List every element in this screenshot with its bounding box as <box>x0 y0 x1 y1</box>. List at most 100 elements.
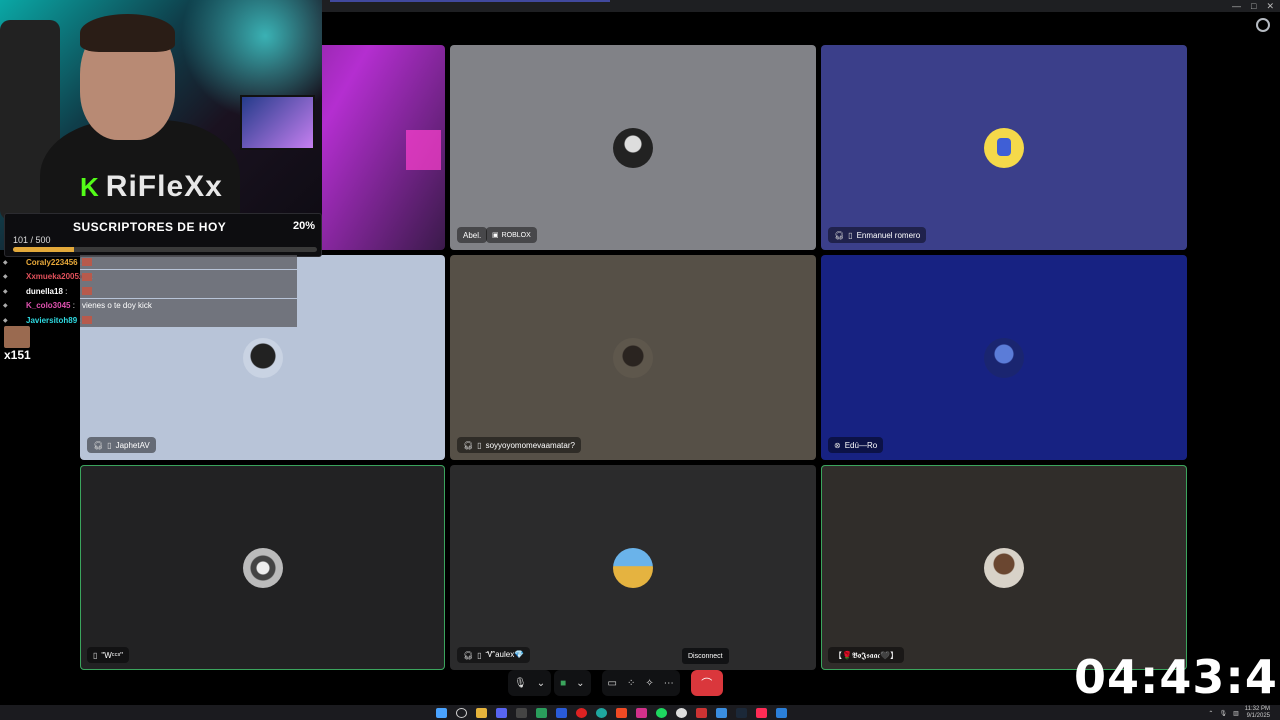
network-icon[interactable]: ▥ <box>1233 710 1239 717</box>
activity-icon[interactable] <box>1256 18 1270 32</box>
chat-message: ◆ K_colo3045 : vienes o te doy kick <box>0 298 300 314</box>
disconnect-button[interactable]: ⌒ <box>690 670 723 696</box>
avatar <box>613 337 653 378</box>
system-tray: ⌃ 🎙︎ ▥ 11:32 PM 9/1/2025 <box>1208 706 1270 720</box>
gift-alert: x151 <box>4 326 31 362</box>
app-icon[interactable] <box>696 708 707 718</box>
screen: — □ ✕ Abel. ▣ ROBLOX 🎧︎ ▯ Enmanuel romer… <box>0 0 1280 720</box>
tiktok-icon[interactable] <box>756 708 767 718</box>
app-icon[interactable] <box>556 708 567 718</box>
mic-tray-icon[interactable]: 🎙︎ <box>1219 710 1227 717</box>
chat-message: ◆Coraly223456 : <box>0 255 300 270</box>
badge-icon: ◆ <box>3 303 8 310</box>
deafened-icon: 🎧︎ <box>834 230 845 240</box>
app-icon[interactable] <box>536 708 547 718</box>
taskbar: ⌃ 🎙︎ ▥ 11:32 PM 9/1/2025 <box>0 705 1280 720</box>
stream-preview-lamp <box>406 130 441 170</box>
mobile-icon: ▯ <box>477 440 482 450</box>
participant-name: 【🌹𝕭𝖔𝕵𝖘𝖆𝖆𝖈🖤】 <box>834 650 899 660</box>
microphone-icon[interactable]: 🎙︎ <box>514 678 527 689</box>
emote-icon <box>82 258 92 266</box>
participant-label: 🎧︎ ▯ Enmanuel romero <box>828 227 927 243</box>
participant-name: soyyoyomomevaamatar? <box>485 440 575 450</box>
more-options-icon[interactable]: ⋯ <box>664 678 674 689</box>
stream-timer: 04:43:45 <box>1074 650 1280 704</box>
close-button[interactable]: ✕ <box>1266 0 1274 12</box>
disconnect-tooltip: Disconnect <box>682 648 729 664</box>
participant-tile[interactable]: ▯ "Wᶜᶜˢ" <box>80 465 445 670</box>
minimize-button[interactable]: — <box>1232 0 1241 12</box>
participant-tile[interactable]: ⊗ Edú—Ro <box>821 255 1187 460</box>
windows-start-icon[interactable] <box>436 708 447 718</box>
search-icon[interactable] <box>456 708 467 718</box>
participant-name: Abel. <box>463 230 482 240</box>
mobile-icon: ▯ <box>93 650 98 660</box>
app-icon[interactable] <box>636 708 647 718</box>
chat-username: K_colo3045 <box>26 301 71 311</box>
emote-icon <box>82 287 92 295</box>
chevron-down-icon[interactable]: ⌄ <box>576 678 584 689</box>
chat-badges: ◆ <box>0 317 26 324</box>
xbox-icon: ⊗ <box>834 440 841 450</box>
participant-tile[interactable]: 🎧︎ ▯ soyyoyomomevaamatar? <box>450 255 816 460</box>
avatar <box>984 547 1024 588</box>
activity-label: ROBLOX <box>501 231 531 239</box>
participant-label: 🎧︎ ▯ soyyoyomomevaamatar? <box>457 437 581 453</box>
steam-icon[interactable] <box>736 708 747 718</box>
chat-message-box: vienes o te doy kick <box>80 298 297 313</box>
soundboard-icon[interactable]: ✧ <box>645 678 653 689</box>
emote-icon <box>82 316 92 324</box>
participant-label: ⊗ Edú—Ro <box>828 437 884 453</box>
app-icon[interactable] <box>776 708 787 718</box>
avatar <box>984 337 1024 378</box>
participant-label: ▯ "Wᶜᶜˢ" <box>87 647 130 663</box>
chat-message-box <box>80 255 297 269</box>
app-icon[interactable] <box>676 708 687 718</box>
chat-username: dunella18 <box>26 286 63 296</box>
activity-badge: ▣ ROBLOX <box>486 227 537 243</box>
gifter-avatar <box>4 326 30 348</box>
app-icon[interactable] <box>516 708 527 718</box>
mobile-icon: ▯ <box>107 440 112 450</box>
goal-progress-bar <box>13 247 317 252</box>
clock[interactable]: 11:32 PM 9/1/2025 <box>1245 706 1270 720</box>
participant-tile[interactable]: 🎧︎ ▯ Ꮙaulex💎 <box>450 465 816 670</box>
chat-message-box <box>80 284 297 298</box>
chat-message: ◆Xxmueka2005xX : <box>0 269 300 285</box>
discord-icon[interactable] <box>496 708 507 718</box>
participant-label: 【🌹𝕭𝖔𝕵𝖘𝖆𝖆𝖈🖤】 <box>828 647 905 663</box>
chevron-up-icon[interactable]: ⌃ <box>1208 710 1213 717</box>
emote-icon <box>82 272 92 281</box>
brave-icon[interactable] <box>616 708 627 718</box>
maximize-button[interactable]: □ <box>1251 0 1256 12</box>
activity-controls: ▭ ⁘ ✧ ⋯ <box>601 670 680 696</box>
edge-icon[interactable] <box>596 708 607 718</box>
spotify-icon[interactable] <box>656 708 667 718</box>
title-accent <box>330 0 610 2</box>
chat-username: Javiersitoh89 <box>26 315 78 325</box>
monitor <box>240 95 315 150</box>
participant-tile[interactable]: 【🌹𝕭𝖔𝕵𝖘𝖆𝖆𝖈🖤】 <box>821 465 1187 670</box>
mobile-icon: ▯ <box>848 230 853 240</box>
roblox-icon: ▣ <box>492 232 499 239</box>
participant-tile[interactable]: Abel. ▣ ROBLOX <box>450 45 816 250</box>
participant-name: Edú—Ro <box>844 440 878 450</box>
screen-share-icon[interactable]: ▭ <box>608 678 617 689</box>
chevron-down-icon[interactable]: ⌄ <box>537 678 545 689</box>
app-icon[interactable] <box>716 708 727 718</box>
file-explorer-icon[interactable] <box>476 708 487 718</box>
opera-icon[interactable] <box>576 708 587 718</box>
camera-control[interactable]: ■ ⌄ <box>554 670 591 696</box>
badge-icon: ◆ <box>3 259 8 266</box>
participant-name: JaphetAV <box>115 440 150 450</box>
chat-message-box <box>80 313 297 327</box>
mic-control[interactable]: 🎙︎ ⌄ <box>508 670 552 696</box>
camera-icon[interactable]: ■ <box>560 678 566 689</box>
chat-message: ◆ dunella18 : <box>0 284 300 299</box>
activities-icon[interactable]: ⁘ <box>627 678 635 689</box>
subscriber-goal: SUSCRIPTORES DE HOY 20% 101 / 500 <box>4 213 322 257</box>
participant-tile[interactable]: 🎧︎ ▯ Enmanuel romero <box>821 45 1187 250</box>
avatar <box>984 127 1024 168</box>
deafened-icon: 🎧︎ <box>463 650 474 660</box>
streamer-hair <box>80 14 175 52</box>
